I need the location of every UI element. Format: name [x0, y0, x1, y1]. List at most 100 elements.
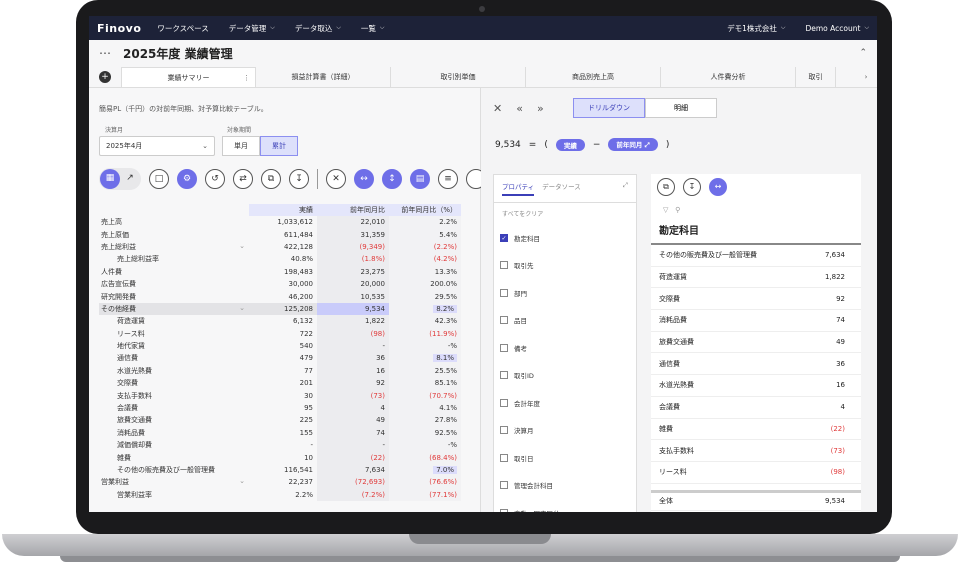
- tab-labor-cost[interactable]: 人件費分析: [661, 67, 796, 87]
- apps-grid-icon[interactable]: ⋯: [99, 46, 111, 60]
- chevron-down-icon[interactable]: ⌄: [239, 242, 245, 250]
- cell-prev-diff[interactable]: 9,534: [317, 302, 389, 316]
- expand-vertical-icon[interactable]: ↕: [382, 169, 402, 189]
- cell-actual[interactable]: 225: [249, 414, 317, 426]
- expand-horizontal-icon[interactable]: ↔: [709, 178, 727, 196]
- table-view-icon[interactable]: ▦: [100, 169, 120, 189]
- table-row[interactable]: 減価償却費 - - -%: [99, 439, 461, 452]
- tab-pl-detail[interactable]: 損益計算書（詳細）: [256, 67, 391, 87]
- cell-prev-ratio[interactable]: (4.2%): [389, 253, 461, 266]
- checkbox[interactable]: [500, 508, 508, 512]
- cell-prev-ratio[interactable]: 29.5%: [389, 290, 461, 303]
- cell-actual[interactable]: 6,132: [249, 315, 317, 327]
- breakdown-row[interactable]: 会議費 4: [651, 397, 861, 419]
- brand-logo[interactable]: Finovo: [97, 22, 141, 35]
- breakdown-row[interactable]: その他の販売費及び一般管理費 7,634: [651, 245, 861, 267]
- menu-lines-icon[interactable]: ≡: [438, 169, 458, 189]
- tab-datasource[interactable]: データソース: [542, 181, 581, 196]
- table-row[interactable]: 通信費 479 36 8.1%: [99, 352, 461, 365]
- table-row[interactable]: 雑費 10 (22) (68.4%): [99, 451, 461, 464]
- table-row[interactable]: その他経費 ⌄ 125,208 9,534 8.2%: [99, 302, 461, 316]
- cell-actual[interactable]: -: [249, 439, 317, 451]
- checkbox[interactable]: [500, 288, 508, 297]
- cell-actual[interactable]: 40.8%: [249, 253, 317, 265]
- company-switcher[interactable]: デモ1株式会社 ⌵: [727, 23, 785, 34]
- table-row[interactable]: 広告宣伝費 30,000 20,000 200.0%: [99, 277, 461, 291]
- table-row[interactable]: 荷造運賃 6,132 1,822 42.3%: [99, 315, 461, 328]
- cell-prev-ratio[interactable]: (68.4%): [389, 451, 461, 464]
- collapse-up-icon[interactable]: ⌃: [859, 48, 867, 58]
- cell-prev-diff[interactable]: (72,693): [317, 476, 389, 489]
- add-tab-button[interactable]: +: [99, 71, 111, 83]
- table-row[interactable]: 売上原価 611,484 31,359 5.4%: [99, 228, 461, 241]
- cell-prev-diff[interactable]: 31,359: [317, 228, 389, 241]
- breakdown-row[interactable]: リース料 (98): [651, 462, 861, 484]
- table-row[interactable]: 人件費 198,483 23,275 13.3%: [99, 265, 461, 278]
- breakdown-row[interactable]: 通信費 36: [651, 353, 861, 376]
- bookmark-icon[interactable]: □: [149, 169, 169, 189]
- table-row[interactable]: 研究開発費 46,200 10,535 29.5%: [99, 290, 461, 303]
- tab-truncated[interactable]: 取引: [796, 67, 836, 87]
- cell-actual[interactable]: 116,541: [249, 464, 317, 476]
- cell-prev-diff[interactable]: 16: [317, 364, 389, 378]
- tab-summary[interactable]: 業績サマリー ⋮: [121, 67, 256, 87]
- cell-actual[interactable]: 611,484: [249, 228, 317, 240]
- more-vert-icon[interactable]: ⋮: [243, 68, 250, 88]
- cell-prev-diff[interactable]: (73): [317, 389, 389, 402]
- nav-list[interactable]: 一覧 ⌵: [361, 23, 385, 34]
- checkbox[interactable]: [500, 261, 508, 270]
- checkbox[interactable]: [500, 316, 508, 325]
- cell-prev-ratio[interactable]: 4.1%: [389, 401, 461, 415]
- settings-icon[interactable]: ⚙: [177, 169, 197, 189]
- property-item[interactable]: 取引先: [494, 252, 636, 280]
- table-row[interactable]: 営業利益率 2.2% (7.2%) (77.1%): [99, 488, 461, 501]
- collapse-columns-icon[interactable]: ✕: [326, 169, 346, 189]
- property-item[interactable]: 取引日: [494, 444, 636, 472]
- prev-period-pill[interactable]: 前年同月 ⤢: [608, 138, 658, 151]
- cell-prev-ratio[interactable]: 5.4%: [389, 228, 461, 241]
- checkbox[interactable]: [500, 481, 508, 490]
- download-icon[interactable]: ↧: [683, 178, 701, 196]
- tab-unit-price[interactable]: 取引別単価: [391, 67, 526, 87]
- cell-actual[interactable]: 198,483: [249, 266, 317, 278]
- breakdown-row[interactable]: 水道光熱費 16: [651, 375, 861, 397]
- cell-prev-diff[interactable]: (7.2%): [317, 488, 389, 501]
- table-row[interactable]: 交際費 201 92 85.1%: [99, 377, 461, 390]
- cell-prev-ratio[interactable]: -%: [389, 439, 461, 452]
- double-chevron-left-icon[interactable]: «: [516, 102, 523, 115]
- cell-prev-diff[interactable]: (98): [317, 327, 389, 340]
- period-cumulative-button[interactable]: 累計: [260, 136, 298, 156]
- cell-actual[interactable]: 540: [249, 340, 317, 352]
- table-row[interactable]: リース料 722 (98) (11.9%): [99, 327, 461, 340]
- expand-horizontal-icon[interactable]: ↔: [354, 169, 374, 189]
- cell-prev-ratio[interactable]: 27.8%: [389, 414, 461, 427]
- nav-data-management[interactable]: データ管理 ⌵: [229, 23, 275, 34]
- cell-actual[interactable]: 722: [249, 328, 317, 340]
- checkbox[interactable]: [500, 398, 508, 407]
- tab-product-sales[interactable]: 商品別売上高: [526, 67, 661, 87]
- cell-actual[interactable]: 77: [249, 365, 317, 377]
- checkbox[interactable]: ✓: [500, 233, 508, 242]
- cell-prev-diff[interactable]: -: [317, 339, 389, 353]
- filter-icon[interactable]: ▽: [663, 206, 668, 214]
- breakdown-row[interactable]: 支払手数料 (73): [651, 440, 861, 462]
- period-single-button[interactable]: 単月: [222, 136, 260, 156]
- clear-all-link[interactable]: すべてをクリア: [494, 203, 636, 224]
- cell-actual[interactable]: 2.2%: [249, 489, 317, 501]
- cell-prev-diff[interactable]: 36: [317, 352, 389, 365]
- cell-prev-diff[interactable]: 23,275: [317, 265, 389, 278]
- property-item[interactable]: 部門: [494, 279, 636, 307]
- cell-prev-diff[interactable]: 92: [317, 377, 389, 390]
- cell-prev-ratio[interactable]: 42.3%: [389, 315, 461, 328]
- chart-view-icon[interactable]: ↗: [120, 169, 140, 189]
- cell-actual[interactable]: 125,208: [249, 302, 317, 316]
- checkbox[interactable]: [500, 371, 508, 380]
- cell-prev-diff[interactable]: 1,822: [317, 315, 389, 328]
- cell-prev-diff[interactable]: 74: [317, 426, 389, 440]
- property-item[interactable]: 管理会計科目: [494, 472, 636, 500]
- cell-prev-ratio[interactable]: (11.9%): [389, 327, 461, 340]
- cell-prev-diff[interactable]: 49: [317, 414, 389, 427]
- cell-prev-ratio[interactable]: 25.5%: [389, 364, 461, 378]
- cell-prev-diff[interactable]: 20,000: [317, 277, 389, 291]
- cell-actual[interactable]: 95: [249, 402, 317, 414]
